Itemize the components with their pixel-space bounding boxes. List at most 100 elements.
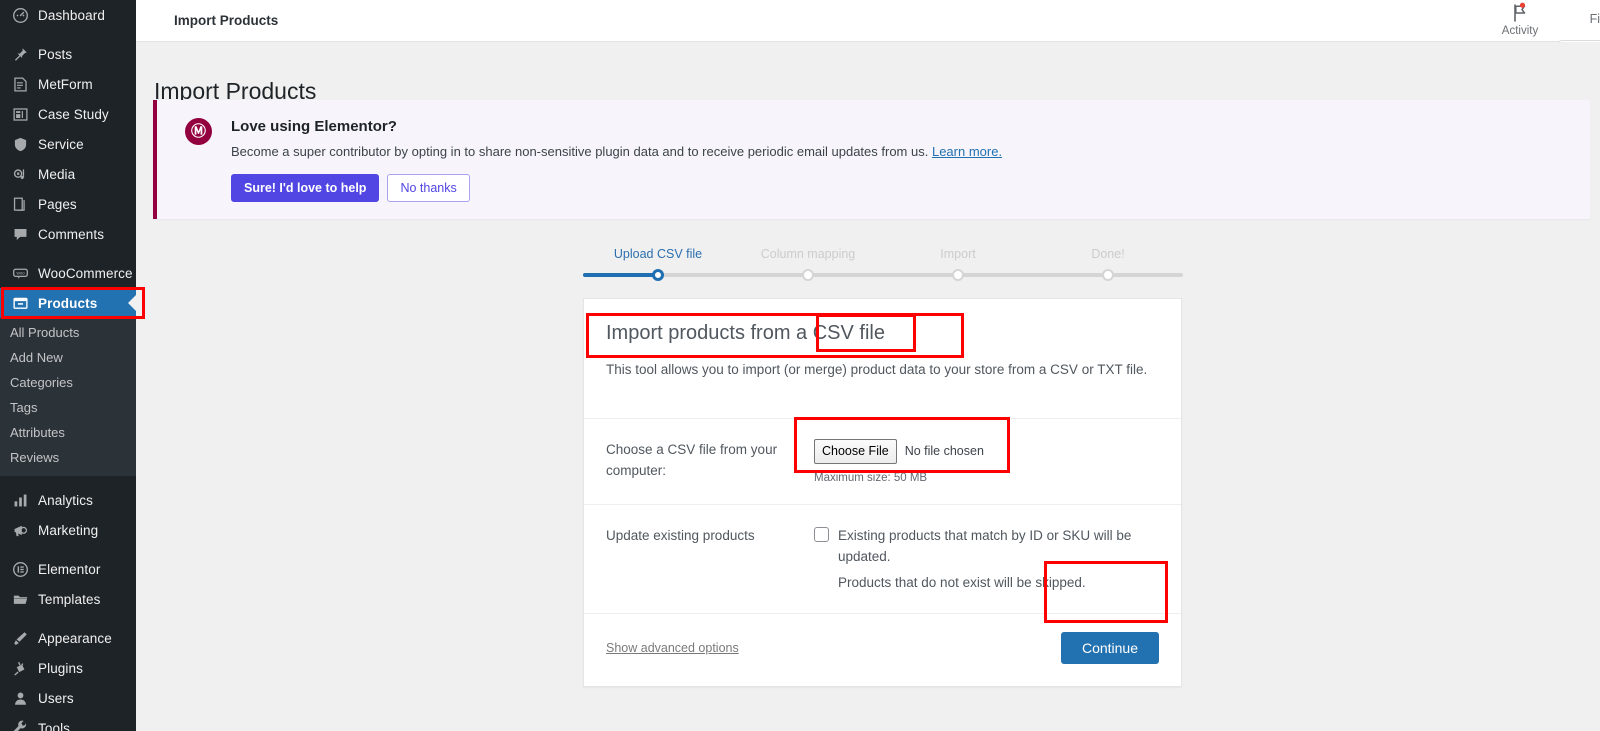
- elementor-logo-glyph: Ⓜ: [191, 124, 206, 139]
- update-existing-text-line1: Existing products that match by ID or SK…: [838, 525, 1159, 568]
- sidebar-separator: [0, 249, 136, 258]
- activity-label: Activity: [1502, 25, 1538, 37]
- paintbrush-icon: [10, 628, 30, 648]
- elementor-logo-icon: Ⓜ: [185, 118, 212, 145]
- sidebar-item-label: Templates: [38, 592, 100, 607]
- sidebar-item-label: Service: [38, 137, 84, 152]
- show-advanced-options-link[interactable]: Show advanced options: [606, 641, 739, 655]
- sidebar-item-users[interactable]: Users: [0, 683, 136, 713]
- form-icon: [10, 74, 30, 94]
- stepper-label-1: Column mapping: [761, 247, 856, 261]
- opt-in-button[interactable]: Sure! I'd love to help: [231, 174, 379, 202]
- stepper-dot-0[interactable]: [652, 269, 664, 281]
- media-icon: [10, 164, 30, 184]
- sidebar-separator: [0, 476, 136, 485]
- submenu-item-reviews[interactable]: Reviews: [0, 445, 136, 470]
- comments-icon: [10, 224, 30, 244]
- main-content: Import Products Ⓜ Love using Elementor? …: [136, 42, 1600, 731]
- stepper-dot-1[interactable]: [802, 269, 814, 281]
- flag-icon: [1509, 2, 1531, 24]
- admin-topbar: Import Products Activity Fi: [136, 0, 1600, 42]
- sidebar-item-elementor[interactable]: Elementor: [0, 554, 136, 584]
- sidebar-item-media[interactable]: Media: [0, 159, 136, 189]
- file-input-control[interactable]: Choose File No file chosen: [814, 439, 1159, 464]
- file-upload-field: Choose File No file chosen Maximum size:…: [814, 439, 1159, 484]
- chart-bars-icon: [10, 490, 30, 510]
- import-stepper: Upload CSV fileColumn mappingImportDone!: [583, 247, 1183, 293]
- activity-button[interactable]: Activity: [1496, 2, 1544, 37]
- dashboard-icon: [10, 5, 30, 25]
- pages-icon: [10, 194, 30, 214]
- notice-actions: Sure! I'd love to help No thanks: [231, 174, 1580, 202]
- sidebar-item-posts[interactable]: Posts: [0, 39, 136, 69]
- submenu-item-tags[interactable]: Tags: [0, 395, 136, 420]
- stepper-dot-2[interactable]: [952, 269, 964, 281]
- user-icon: [10, 688, 30, 708]
- submenu-item-add-new[interactable]: Add New: [0, 345, 136, 370]
- right-partial-label[interactable]: Fi: [1590, 12, 1600, 26]
- sidebar-item-marketing[interactable]: Marketing: [0, 515, 136, 545]
- elementor-notice-body: Love using Elementor? Become a super con…: [231, 118, 1580, 202]
- sidebar-item-templates[interactable]: Templates: [0, 584, 136, 614]
- sidebar-separator: [0, 30, 136, 39]
- woocommerce-icon: woo: [10, 263, 30, 283]
- sidebar-item-label: Media: [38, 167, 75, 182]
- update-existing-checkbox[interactable]: [814, 527, 829, 542]
- sidebar-item-products[interactable]: Products: [0, 288, 136, 318]
- submenu-item-attributes[interactable]: Attributes: [0, 420, 136, 445]
- stepper-label-2: Import: [940, 247, 975, 261]
- megaphone-icon: [10, 520, 30, 540]
- svg-text:woo: woo: [16, 270, 25, 275]
- sidebar-item-label: Plugins: [38, 661, 83, 676]
- wrench-icon: [10, 718, 30, 731]
- card-subtitle: This tool allows you to import (or merge…: [606, 360, 1159, 380]
- sidebar-item-plugins[interactable]: Plugins: [0, 653, 136, 683]
- sidebar-item-service[interactable]: Service: [0, 129, 136, 159]
- choose-file-button[interactable]: Choose File: [814, 439, 897, 464]
- max-size-hint: Maximum size: 50 MB: [814, 472, 1159, 484]
- sidebar-item-pages[interactable]: Pages: [0, 189, 136, 219]
- card-header: Import products from a CSV file This too…: [584, 299, 1181, 418]
- sidebar-separator: [0, 614, 136, 623]
- no-thanks-button[interactable]: No thanks: [387, 174, 469, 202]
- case-study-icon: [10, 104, 30, 124]
- sidebar-item-dashboard[interactable]: Dashboard: [0, 0, 136, 30]
- admin-sidebar: Dashboard Posts MetFormCase Study Service Me…: [0, 0, 136, 731]
- pin-icon: [10, 44, 30, 64]
- notice-description: Become a super contributor by opting in …: [231, 143, 1580, 161]
- sidebar-item-appearance[interactable]: Appearance: [0, 623, 136, 653]
- sidebar-item-label: Dashboard: [38, 8, 105, 23]
- continue-button[interactable]: Continue: [1061, 632, 1159, 664]
- update-existing-label: Update existing products: [606, 525, 814, 594]
- learn-more-link[interactable]: Learn more.: [932, 144, 1002, 159]
- sidebar-item-case-study[interactable]: Case Study: [0, 99, 136, 129]
- plug-icon: [10, 658, 30, 678]
- card-footer: Show advanced options Continue: [584, 614, 1181, 686]
- stepper-dot-3[interactable]: [1102, 269, 1114, 281]
- sidebar-item-label: Posts: [38, 47, 72, 62]
- sidebar-item-label: Analytics: [38, 493, 93, 508]
- sidebar-item-label: Users: [38, 691, 74, 706]
- stepper-labels: Upload CSV fileColumn mappingImportDone!: [583, 247, 1183, 267]
- stepper-progress-fill: [583, 273, 658, 277]
- update-existing-text-line2: Products that do not exist will be skipp…: [838, 572, 1159, 594]
- sidebar-item-comments[interactable]: Comments: [0, 219, 136, 249]
- card-title: Import products from a CSV file: [606, 321, 1159, 346]
- admin-screen: Dashboard Posts MetFormCase Study Service Me…: [0, 0, 1600, 731]
- sidebar-item-woocommerce[interactable]: wooWooCommerce: [0, 258, 136, 288]
- stepper-track: [583, 273, 1183, 277]
- stepper-label-0: Upload CSV file: [614, 247, 702, 261]
- sidebar-item-tools[interactable]: Tools: [0, 713, 136, 731]
- file-status-text: No file chosen: [905, 444, 984, 458]
- sidebar-separator: [0, 545, 136, 554]
- import-card: Import products from a CSV file This too…: [583, 298, 1182, 687]
- breadcrumb: Import Products: [174, 13, 278, 28]
- sidebar-nav-top: Dashboard Posts MetFormCase Study Service Me…: [0, 0, 136, 318]
- submenu-item-categories[interactable]: Categories: [0, 370, 136, 395]
- sidebar-item-analytics[interactable]: Analytics: [0, 485, 136, 515]
- submenu-item-all-products[interactable]: All Products: [0, 320, 136, 345]
- elementor-notice: Ⓜ Love using Elementor? Become a super c…: [153, 100, 1590, 219]
- products-icon: [10, 293, 30, 313]
- update-existing-checkbox-line: Existing products that match by ID or SK…: [814, 525, 1159, 568]
- sidebar-item-metform[interactable]: MetForm: [0, 69, 136, 99]
